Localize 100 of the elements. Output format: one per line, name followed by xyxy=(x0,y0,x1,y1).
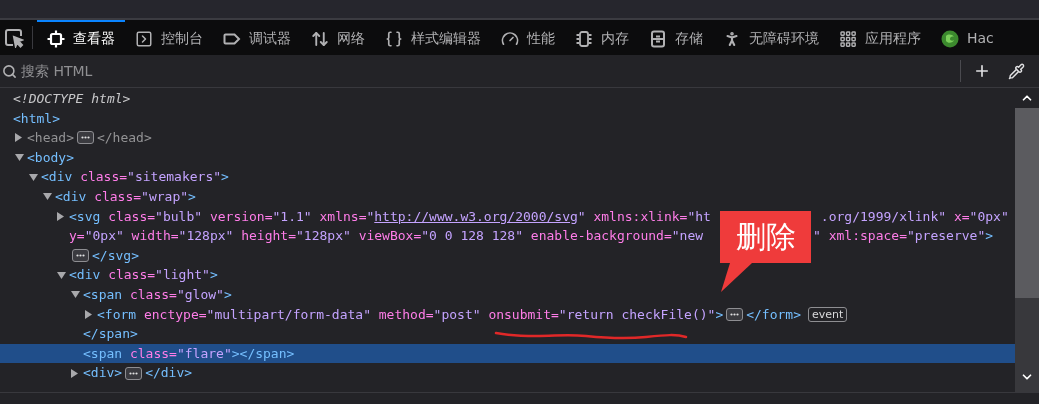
attribute-name: onsubmit= xyxy=(487,305,559,324)
tag-name: <svg xyxy=(69,207,101,226)
tag-name: <body> xyxy=(27,148,74,167)
triangle-right-icon[interactable] xyxy=(85,309,92,319)
attribute-value: "new xyxy=(671,227,704,246)
attribute-value: " xyxy=(577,207,586,226)
tab[interactable]: 查看器 xyxy=(37,20,125,55)
tag-name: > xyxy=(209,266,218,285)
cabinet-icon xyxy=(649,29,667,48)
attribute-value: "ht xyxy=(687,207,711,226)
search-input[interactable]: 搜索 HTML xyxy=(21,60,960,82)
attribute-name: xmlns= xyxy=(318,207,367,226)
attribute-name: class= xyxy=(128,286,177,304)
tag-name: <head> xyxy=(27,129,74,148)
expand-badge[interactable] xyxy=(726,307,744,321)
tab[interactable]: 无障碍环境 xyxy=(713,20,829,55)
attribute-name: enable-background= xyxy=(529,227,672,246)
attribute-value: "128px" xyxy=(296,227,351,246)
ellipsis-icon xyxy=(730,312,740,316)
tag-name: > xyxy=(221,168,229,187)
up-down-arrows-icon xyxy=(311,29,329,48)
gauge-icon xyxy=(501,29,519,48)
tag-name: > xyxy=(223,286,232,304)
tag-name: > xyxy=(715,305,724,324)
attribute-name: version= xyxy=(208,207,273,226)
attribute-value: "multipart/form-data" xyxy=(206,305,371,324)
ellipsis-icon xyxy=(129,371,139,375)
attribute-name: class= xyxy=(128,344,177,363)
attribute-value: " xyxy=(813,227,821,246)
cursor-in-square-icon xyxy=(4,27,24,48)
triangle-down-icon[interactable] xyxy=(15,154,24,162)
triangle-down-icon[interactable] xyxy=(29,173,38,181)
attribute-value: "glow" xyxy=(176,286,224,304)
tab[interactable]: 调试器 xyxy=(213,20,301,55)
attribute-value: "0px" xyxy=(84,227,124,246)
expand-badge[interactable] xyxy=(76,131,94,145)
tag-name: <html> xyxy=(13,109,60,128)
attribute-name: viewBox= xyxy=(357,227,422,246)
tag-name: </head> xyxy=(96,129,152,148)
triangle-down-icon[interactable] xyxy=(57,271,66,279)
attribute-value: "flare" xyxy=(176,344,232,363)
attribute-name: height= xyxy=(240,227,296,246)
tab[interactable]: 内存 xyxy=(565,20,639,55)
scrollbar[interactable] xyxy=(1015,88,1039,392)
attribute-value: "light" xyxy=(155,266,210,285)
expand-badge[interactable] xyxy=(72,249,89,263)
tab[interactable]: 控制台 xyxy=(125,20,213,55)
triangle-down-icon[interactable] xyxy=(71,291,80,299)
triangle-right-icon[interactable] xyxy=(57,211,64,221)
tag-name: </span> xyxy=(83,325,138,344)
tag-name: <span xyxy=(83,286,123,304)
eyedropper-icon xyxy=(1007,62,1025,80)
attribute-name: class= xyxy=(79,168,128,187)
triangle-down-icon[interactable] xyxy=(43,193,52,201)
triangle-right-icon[interactable] xyxy=(71,368,78,378)
attribute-name: xmlns:xlink= xyxy=(592,207,688,226)
attribute-name: method= xyxy=(377,305,434,324)
square-crosshair-icon xyxy=(47,29,65,48)
tag-name: <div xyxy=(41,168,73,187)
tag-name: </div> xyxy=(145,364,193,383)
tab[interactable]: 存储 xyxy=(639,20,713,55)
tag-name: <div xyxy=(55,188,87,206)
event-badge[interactable]: event xyxy=(808,306,848,322)
expand-badge[interactable] xyxy=(125,366,143,380)
tab[interactable]: 样式编辑器 xyxy=(375,20,491,55)
attribute-name: class= xyxy=(107,266,156,285)
attribute-name: y= xyxy=(69,227,85,246)
tag-name: <div> xyxy=(83,364,123,383)
grid-icon xyxy=(839,29,857,48)
tag-name: </svg> xyxy=(92,246,139,265)
chip-icon xyxy=(575,29,593,48)
attribute-value: "0px" xyxy=(969,207,1009,226)
tag-name: <span xyxy=(83,344,123,363)
attribute-value: "return checkFile()" xyxy=(558,305,716,324)
tab[interactable]: 性能 xyxy=(491,20,565,55)
search-icon xyxy=(2,63,17,79)
selected-row[interactable]: <span class="flare"></span> xyxy=(0,343,1015,364)
attribute-value: " xyxy=(366,207,375,226)
tag-name: <div xyxy=(69,266,101,285)
attribute-name: class= xyxy=(93,188,142,206)
tab[interactable]: 网络 xyxy=(301,20,375,55)
attribute-value: "128px" xyxy=(178,227,234,246)
tab[interactable]: Hac xyxy=(931,20,1004,55)
triangle-right-icon[interactable] xyxy=(15,133,22,143)
link[interactable]: http://www.w3.org/2000/svg xyxy=(374,206,578,227)
attribute-name: width= xyxy=(130,227,179,246)
ellipsis-icon xyxy=(80,136,90,140)
scrollbar-thumb[interactable] xyxy=(1015,108,1039,298)
attribute-value: "preserve" xyxy=(906,227,986,246)
attribute-name: xml:space= xyxy=(827,227,907,246)
tag-name: > xyxy=(985,227,994,246)
attribute-name: enctype= xyxy=(142,305,207,324)
braces-icon xyxy=(385,29,403,48)
plus-icon xyxy=(973,62,991,80)
search-field[interactable]: 搜索 HTML xyxy=(0,55,960,87)
attribute-value: "sitemakers" xyxy=(127,168,222,187)
callout-pointer xyxy=(720,263,752,293)
attribute-value: "wrap" xyxy=(141,188,189,206)
tab[interactable]: 应用程序 xyxy=(829,20,931,55)
extension-logo-icon xyxy=(941,29,959,48)
